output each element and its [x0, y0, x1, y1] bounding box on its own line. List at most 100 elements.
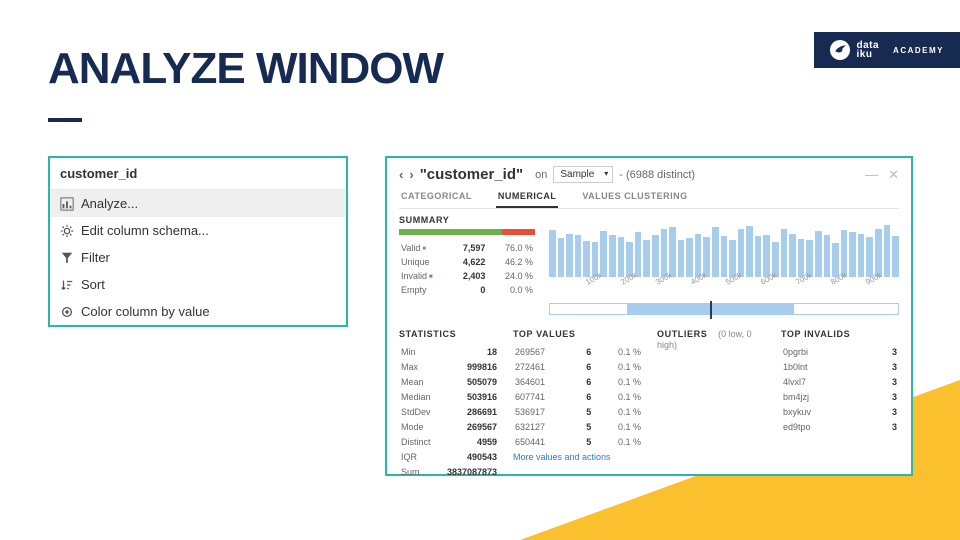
- validity-bar: [399, 229, 535, 235]
- stat-label: Distinct: [401, 435, 436, 448]
- topinvalid-count: 3: [880, 360, 897, 373]
- histogram-bar: [884, 225, 891, 277]
- histogram-bar: [789, 234, 796, 277]
- menu-item-color-column-by-value[interactable]: Color column by value: [50, 298, 346, 325]
- topvalue-count: 6: [566, 345, 591, 358]
- histogram-bar: [746, 226, 753, 277]
- stat-label: Max: [401, 360, 436, 373]
- histogram-bar: [661, 229, 668, 277]
- analyze-tabs: CATEGORICAL NUMERICAL VALUES CLUSTERING: [399, 191, 899, 209]
- histogram-bar: [609, 235, 616, 277]
- on-label: on: [535, 169, 547, 181]
- stat-label: Mode: [401, 420, 436, 433]
- topinvalid-count: 3: [880, 420, 897, 433]
- topinvalid-value: 1b0lnt: [783, 360, 878, 373]
- brand-text: data iku: [856, 41, 879, 59]
- histogram-bar: [558, 238, 565, 277]
- boxplot-range-bar: [549, 303, 899, 315]
- histogram-bar: [755, 236, 762, 277]
- topvalue-pct: 0.1 %: [593, 435, 641, 448]
- stat-value: 4959: [438, 435, 497, 448]
- stat-value: 3837087873: [438, 465, 497, 478]
- topvalue-pct: 0.1 %: [593, 390, 641, 403]
- histogram-bar: [600, 231, 607, 277]
- topvalue-value: 607741: [515, 390, 564, 403]
- summary-row-count: 0: [450, 284, 489, 296]
- tab-numerical[interactable]: NUMERICAL: [496, 191, 559, 208]
- topvalue-value: 650441: [515, 435, 564, 448]
- topinvalid-count: 3: [880, 345, 897, 358]
- prev-column-button[interactable]: ‹: [399, 167, 403, 182]
- histogram-bar: [815, 231, 822, 277]
- stat-value: 503916: [438, 390, 497, 403]
- stat-value: 999816: [438, 360, 497, 373]
- statistics-table: Min18Max999816Mean505079Median503916StdD…: [399, 343, 499, 480]
- stat-value: 269567: [438, 420, 497, 433]
- histogram-x-ticks: 100k200k300k400k500k600k700k800k900k: [549, 279, 899, 297]
- stat-label: StdDev: [401, 405, 436, 418]
- histogram-bar: [892, 236, 899, 277]
- topvalue-count: 6: [566, 375, 591, 388]
- close-icon[interactable]: ✕: [888, 167, 899, 183]
- funnel-icon: [60, 251, 74, 265]
- menu-item-filter[interactable]: Filter: [50, 244, 346, 271]
- histogram-bar: [824, 235, 831, 277]
- summary-row-count: 2,403: [450, 270, 489, 282]
- menu-item-label: Filter: [81, 250, 110, 265]
- brand-label: ACADEMY: [893, 46, 944, 55]
- topvalue-pct: 0.1 %: [593, 420, 641, 433]
- outliers-title: OUTLIERS: [657, 329, 707, 339]
- topinvalid-value: 0pgrbi: [783, 345, 878, 358]
- topvalue-count: 5: [566, 405, 591, 418]
- histogram-bar: [583, 241, 590, 277]
- summary-row-label: Unique: [401, 256, 448, 268]
- distinct-count-text: - (6988 distinct): [619, 169, 695, 181]
- summary-row-pct: 0.0 %: [491, 284, 533, 296]
- boxplot-median-line: [710, 301, 712, 319]
- tab-categorical[interactable]: CATEGORICAL: [399, 191, 474, 208]
- topvalue-count: 6: [566, 390, 591, 403]
- histogram-bar: [652, 235, 659, 277]
- stat-value: 286691: [438, 405, 497, 418]
- stat-label: Median: [401, 390, 436, 403]
- histogram-bar: [721, 236, 728, 277]
- validity-bar-valid: [399, 229, 502, 235]
- histogram-bar: [678, 240, 685, 277]
- stat-label: Sum: [401, 465, 436, 478]
- summary-row-count: 7,597: [450, 242, 489, 254]
- histogram-bar: [575, 235, 582, 277]
- statistics-title: STATISTICS: [399, 329, 499, 339]
- summary-row-pct: 46.2 %: [491, 256, 533, 268]
- chart-bar-icon: [60, 197, 74, 211]
- menu-item-label: Analyze...: [81, 196, 138, 211]
- histogram-bar: [858, 234, 865, 277]
- brand-logo-icon: [830, 40, 850, 60]
- summary-row-pct: 76.0 %: [491, 242, 533, 254]
- tab-values-clustering[interactable]: VALUES CLUSTERING: [580, 191, 689, 208]
- summary-row-label: Invalid: [401, 270, 448, 282]
- stat-label: Mean: [401, 375, 436, 388]
- minimize-icon[interactable]: —: [865, 167, 878, 183]
- summary-table: Valid7,59776.0 %Unique4,62246.2 %Invalid…: [399, 240, 535, 298]
- brand-badge: data iku ACADEMY: [814, 32, 960, 68]
- stat-label: Min: [401, 345, 436, 358]
- sample-dropdown[interactable]: Sample: [553, 166, 613, 183]
- histogram-bar: [549, 230, 556, 277]
- menu-item-sort[interactable]: Sort: [50, 271, 346, 298]
- menu-item-edit-column-schema[interactable]: Edit column schema...: [50, 217, 346, 244]
- topinvalid-count: 3: [880, 405, 897, 418]
- histogram-bar: [781, 229, 788, 277]
- topvalues-table: 26956760.1 %27246160.1 %36460160.1 %6077…: [513, 343, 643, 450]
- distribution-histogram: [549, 215, 899, 277]
- menu-item-analyze[interactable]: Analyze...: [50, 190, 346, 217]
- histogram-bar: [635, 232, 642, 277]
- more-values-link[interactable]: More values and actions: [513, 452, 611, 462]
- topinvalid-value: 4lvxl7: [783, 375, 878, 388]
- topvalue-count: 5: [566, 435, 591, 448]
- analyze-column-name: "customer_id": [420, 166, 523, 183]
- next-column-button[interactable]: ›: [409, 167, 413, 182]
- topvalue-count: 5: [566, 420, 591, 433]
- color-dot-icon: [60, 305, 74, 319]
- histogram-bar: [618, 237, 625, 277]
- topvalue-pct: 0.1 %: [593, 375, 641, 388]
